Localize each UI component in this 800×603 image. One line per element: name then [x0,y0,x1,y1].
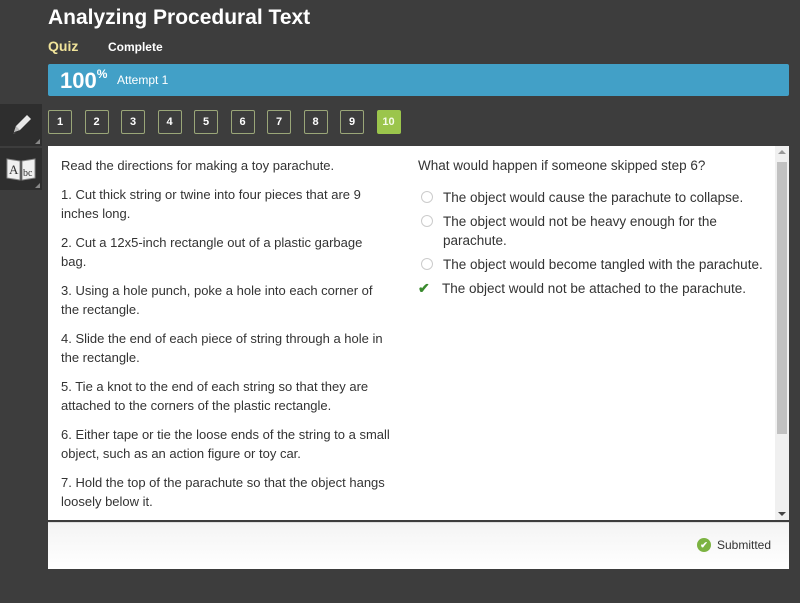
passage-step: 2. Cut a 12x5-inch rectangle out of a pl… [61,235,363,269]
scrollbar[interactable] [775,146,789,520]
answer-option-text: The object would not be attached to the … [442,281,746,296]
answer-option-text: The object would become tangled with the… [443,257,763,272]
answer-option-text: The object would not be heavy enough for… [443,214,717,248]
answer-option-selected[interactable]: ✔ The object would not be attached to th… [418,279,768,298]
svg-text:A: A [9,162,19,177]
tool-corner-indicator [35,139,40,144]
dictionary-book-icon: A bc [6,158,36,181]
dictionary-tool-button[interactable]: A bc [0,148,42,190]
scroll-up-arrow-icon[interactable] [778,150,786,154]
passage-step: 3. Using a hole punch, poke a hole into … [61,283,373,317]
score-percent: 100% [60,67,108,94]
passage-step: 6. Either tape or tie the loose ends of … [61,427,390,461]
svg-text:bc: bc [23,168,33,179]
answer-option-text: The object would cause the parachute to … [443,190,744,205]
question-navigation: 1 2 3 4 5 6 7 8 9 10 [48,110,413,134]
score-value: 100 [60,68,97,93]
answer-option[interactable]: The object would not be heavy enough for… [418,212,768,250]
answer-option[interactable]: The object would cause the parachute to … [418,188,768,207]
submitted-label: Submitted [716,538,771,552]
question-prompt: What would happen if someone skipped ste… [418,158,706,173]
question-nav-2[interactable]: 2 [84,110,109,134]
question-nav-10[interactable]: 10 [376,110,401,134]
question-nav-9[interactable]: 9 [340,110,364,134]
passage: Read the directions for making a toy par… [61,156,391,521]
scrollbar-thumb[interactable] [777,162,787,434]
percent-symbol: % [96,67,108,81]
radio-button[interactable] [421,191,433,203]
passage-step: 4. Slide the end of each piece of string… [61,331,383,365]
passage-intro: Read the directions for making a toy par… [61,158,335,173]
pencil-tool-button[interactable] [0,104,42,146]
pencil-icon [13,115,31,134]
question-nav-1[interactable]: 1 [48,110,72,134]
question-nav-5[interactable]: 5 [194,110,218,134]
question-nav-7[interactable]: 7 [267,110,291,134]
question-nav-4[interactable]: 4 [157,110,182,134]
score-bar: 100% Attempt 1 [48,64,789,96]
radio-button[interactable] [421,258,433,270]
question-nav-6[interactable]: 6 [230,110,255,134]
scroll-down-arrow-icon[interactable] [778,512,786,516]
page-title: Analyzing Procedural Text [48,6,311,29]
attempt-label: Attempt 1 [117,73,169,87]
activity-type: Quiz [48,38,79,54]
passage-step: 5. Tie a knot to the end of each string … [61,379,369,413]
footer-bar: ✔ Submitted [48,522,789,569]
question-panel: Read the directions for making a toy par… [48,146,789,520]
passage-step: 7. Hold the top of the parachute so that… [61,475,385,509]
subtitle-row: Quiz Complete [48,38,163,54]
radio-button[interactable] [421,215,433,227]
submitted-status: ✔ Submitted [696,538,771,552]
check-circle-icon: ✔ [696,538,711,552]
question-area: What would happen if someone skipped ste… [418,156,768,303]
activity-status: Complete [107,40,163,54]
question-nav-3[interactable]: 3 [121,110,145,134]
answer-option[interactable]: The object would become tangled with the… [418,255,768,274]
passage-step: 1. Cut thick string or twine into four p… [61,187,361,221]
tool-corner-indicator [35,183,40,188]
question-nav-8[interactable]: 8 [303,110,328,134]
checkmark-icon: ✔ [418,280,430,296]
